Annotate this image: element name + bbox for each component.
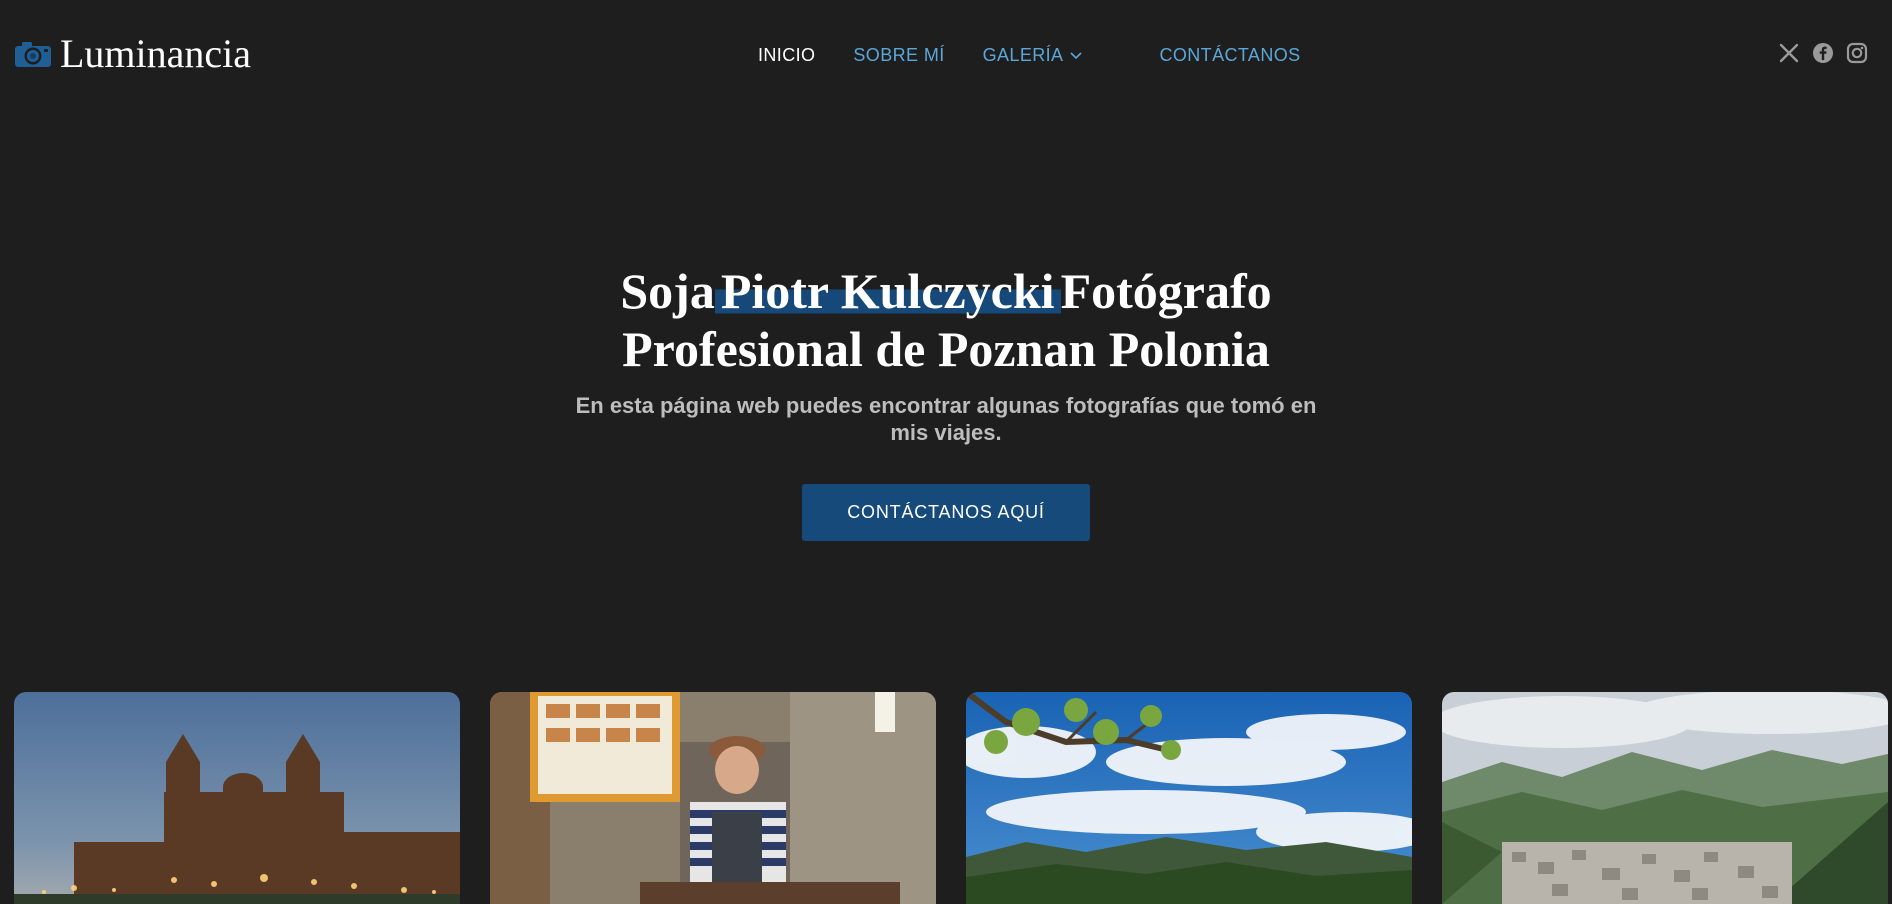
hero-title-highlight: Piotr Kulczycki [714, 263, 1061, 319]
x-link[interactable] [1778, 42, 1800, 64]
site-header: Luminancia INICIO SOBRE MÍ GALERÍA CONTÁ… [0, 0, 1892, 110]
instagram-icon [1846, 42, 1868, 64]
hero-subtitle: En esta página web puedes encontrar algu… [575, 393, 1317, 445]
nav-item-label: GALERÍA [982, 45, 1064, 65]
facebook-link[interactable] [1812, 42, 1834, 64]
hero-title-line2: Profesional de Poznan Polonia [622, 321, 1270, 377]
chevron-down-icon [1070, 52, 1083, 60]
page: Luminancia INICIO SOBRE MÍ GALERÍA CONTÁ… [0, 0, 1892, 904]
facebook-icon [1813, 43, 1833, 63]
landscape-photo [966, 692, 1412, 904]
gallery-card-cathedral[interactable] [14, 692, 460, 904]
brand-name: Luminancia [60, 31, 252, 76]
nav-item-label: CONTÁCTANOS [1159, 45, 1301, 65]
gallery-grid [14, 692, 1888, 904]
hero-title-suffix: Fotógrafo [1060, 263, 1272, 319]
nav-item-sobre-mi[interactable]: SOBRE MÍ [853, 44, 944, 66]
hero-section: Soja Piotr Kulczycki Fotógrafo Profesional… [0, 262, 1892, 541]
gallery-card-mountain-town[interactable] [1442, 692, 1888, 904]
cathedral-photo [14, 692, 460, 904]
nav-item-contactanos[interactable]: CONTÁCTANOS [1159, 44, 1300, 66]
gallery-card-food-vendor[interactable] [490, 692, 936, 904]
social-links [1778, 42, 1868, 64]
main-nav: INICIO SOBRE MÍ GALERÍA CONTÁCTANOS [758, 44, 1301, 66]
food-vendor-photo [490, 692, 936, 904]
gallery-card-landscape[interactable] [966, 692, 1412, 904]
contact-cta-button[interactable]: CONTÁCTANOS AQUÍ [802, 484, 1090, 541]
nav-item-galeria[interactable]: GALERÍA [983, 44, 1084, 66]
nav-item-inicio[interactable]: INICIO [758, 44, 815, 66]
hero-title: Soja Piotr Kulczycki Fotógrafo Profesional… [0, 262, 1892, 378]
camera-icon [15, 42, 51, 67]
mountain-town-photo [1442, 692, 1888, 904]
instagram-link[interactable] [1846, 42, 1868, 64]
x-icon [1779, 43, 1799, 63]
brand-logo[interactable]: Luminancia [14, 32, 251, 76]
nav-item-label: INICIO [758, 45, 816, 65]
nav-item-label: SOBRE MÍ [853, 45, 945, 65]
hero-title-prefix: Soja [620, 263, 715, 319]
